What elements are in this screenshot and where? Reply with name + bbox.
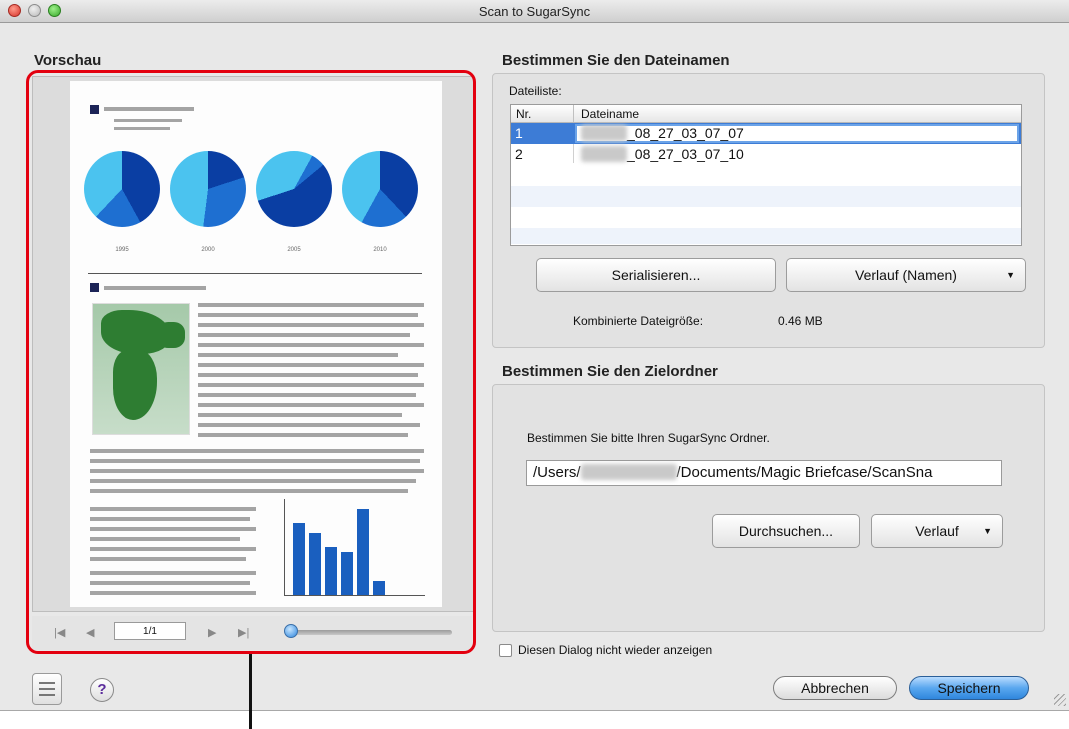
name-history-label: Verlauf (Namen) — [855, 267, 957, 283]
resize-grip[interactable] — [1054, 694, 1066, 706]
dialog-window: Scan to SugarSync Vorschau 1995 2000 200… — [0, 0, 1069, 711]
dropdown-arrow-icon: ▼ — [983, 526, 992, 536]
serialize-button[interactable]: Serialisieren... — [536, 258, 776, 292]
combined-size-value: 0.46 MB — [778, 314, 823, 328]
dont-show-again-label: Diesen Dialog nicht wieder anzeigen — [518, 643, 713, 657]
window-title: Scan to SugarSync — [478, 4, 591, 19]
column-header-filename[interactable]: Dateiname — [581, 107, 639, 121]
folder-panel — [492, 384, 1045, 632]
file-list-table: Nr. Dateiname 1 _08_27_03_07_07 2 _08_27… — [510, 104, 1022, 246]
combined-size-label: Kombinierte Dateigröße: — [573, 314, 704, 328]
column-header-nr[interactable]: Nr. — [516, 107, 531, 121]
file-row-number: 2 — [515, 146, 523, 162]
file-row-name: _08_27_03_07_10 — [581, 146, 744, 162]
table-header: Nr. Dateiname — [511, 105, 1021, 123]
name-history-button[interactable]: Verlauf (Namen) ▼ — [786, 258, 1026, 292]
folder-history-button[interactable]: Verlauf ▼ — [871, 514, 1003, 548]
file-row-2[interactable]: 2 _08_27_03_07_10 — [511, 144, 1021, 165]
folder-section-title: Bestimmen Sie den Zielordner — [502, 363, 718, 380]
help-button[interactable]: ? — [90, 678, 114, 702]
path-prefix: /Users/ — [533, 464, 581, 481]
preview-title: Vorschau — [34, 52, 102, 69]
path-suffix: /Documents/Magic Briefcase/ScanSna — [676, 464, 933, 481]
callout-pointer-line — [249, 654, 252, 729]
title-bar: Scan to SugarSync — [0, 0, 1069, 23]
folder-history-label: Verlauf — [915, 523, 959, 539]
dont-show-again-checkbox[interactable] — [499, 644, 512, 657]
folder-path-field[interactable]: /Users/ /Documents/Magic Briefcase/ScanSn… — [526, 460, 1002, 486]
filename-section-title: Bestimmen Sie den Dateinamen — [502, 52, 730, 69]
file-row-number: 1 — [515, 125, 523, 141]
callout-highlight-frame — [26, 70, 476, 654]
dropdown-arrow-icon: ▼ — [1006, 270, 1015, 280]
file-list-label: Dateiliste: — [509, 84, 562, 98]
file-row-1[interactable]: 1 _08_27_03_07_07 — [511, 123, 1021, 144]
cancel-button[interactable]: Abbrechen — [773, 676, 897, 700]
list-menu-button[interactable] — [32, 673, 62, 705]
file-row-name[interactable]: _08_27_03_07_07 — [581, 125, 744, 141]
save-button[interactable]: Speichern — [909, 676, 1029, 700]
folder-prompt: Bestimmen Sie bitte Ihren SugarSync Ordn… — [527, 431, 770, 445]
browse-button[interactable]: Durchsuchen... — [712, 514, 860, 548]
